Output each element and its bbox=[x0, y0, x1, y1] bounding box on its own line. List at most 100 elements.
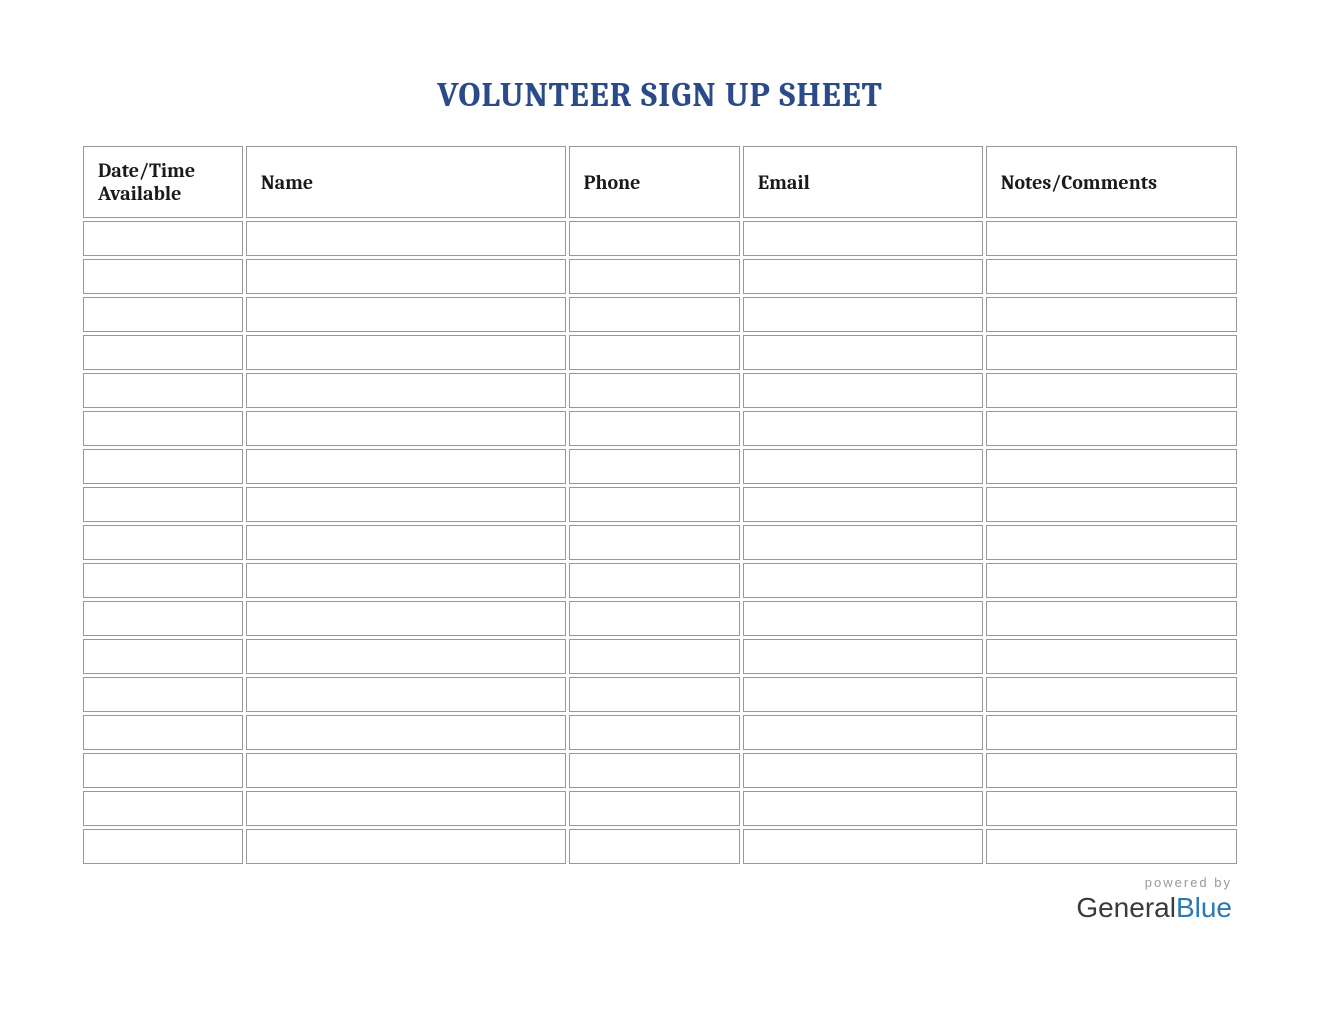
cell-datetime[interactable] bbox=[83, 639, 243, 674]
cell-datetime[interactable] bbox=[83, 259, 243, 294]
cell-name[interactable] bbox=[246, 715, 566, 750]
cell-phone[interactable] bbox=[569, 601, 740, 636]
cell-name[interactable] bbox=[246, 373, 566, 408]
table-row bbox=[83, 829, 1237, 864]
cell-email[interactable] bbox=[743, 411, 983, 446]
cell-email[interactable] bbox=[743, 221, 983, 256]
cell-phone[interactable] bbox=[569, 639, 740, 674]
cell-email[interactable] bbox=[743, 715, 983, 750]
header-name: Name bbox=[246, 146, 566, 218]
cell-notes[interactable] bbox=[986, 525, 1237, 560]
cell-name[interactable] bbox=[246, 639, 566, 674]
cell-email[interactable] bbox=[743, 563, 983, 598]
cell-notes[interactable] bbox=[986, 791, 1237, 826]
cell-email[interactable] bbox=[743, 677, 983, 712]
cell-datetime[interactable] bbox=[83, 829, 243, 864]
cell-name[interactable] bbox=[246, 259, 566, 294]
cell-email[interactable] bbox=[743, 639, 983, 674]
cell-notes[interactable] bbox=[986, 563, 1237, 598]
cell-notes[interactable] bbox=[986, 449, 1237, 484]
table-row bbox=[83, 601, 1237, 636]
cell-notes[interactable] bbox=[986, 221, 1237, 256]
cell-datetime[interactable] bbox=[83, 601, 243, 636]
cell-datetime[interactable] bbox=[83, 791, 243, 826]
cell-datetime[interactable] bbox=[83, 411, 243, 446]
cell-datetime[interactable] bbox=[83, 449, 243, 484]
table-row bbox=[83, 791, 1237, 826]
table-row bbox=[83, 525, 1237, 560]
cell-datetime[interactable] bbox=[83, 297, 243, 332]
cell-notes[interactable] bbox=[986, 411, 1237, 446]
cell-name[interactable] bbox=[246, 791, 566, 826]
cell-datetime[interactable] bbox=[83, 221, 243, 256]
table-row bbox=[83, 411, 1237, 446]
cell-datetime[interactable] bbox=[83, 753, 243, 788]
table-row bbox=[83, 487, 1237, 522]
cell-phone[interactable] bbox=[569, 335, 740, 370]
cell-notes[interactable] bbox=[986, 753, 1237, 788]
cell-notes[interactable] bbox=[986, 677, 1237, 712]
page-title: VOLUNTEER SIGN UP SHEET bbox=[80, 75, 1240, 115]
cell-notes[interactable] bbox=[986, 639, 1237, 674]
cell-email[interactable] bbox=[743, 829, 983, 864]
table-row bbox=[83, 373, 1237, 408]
cell-phone[interactable] bbox=[569, 715, 740, 750]
cell-datetime[interactable] bbox=[83, 715, 243, 750]
cell-phone[interactable] bbox=[569, 221, 740, 256]
cell-name[interactable] bbox=[246, 411, 566, 446]
cell-email[interactable] bbox=[743, 373, 983, 408]
header-email: Email bbox=[743, 146, 983, 218]
table-row bbox=[83, 221, 1237, 256]
cell-notes[interactable] bbox=[986, 601, 1237, 636]
cell-phone[interactable] bbox=[569, 563, 740, 598]
cell-name[interactable] bbox=[246, 829, 566, 864]
cell-name[interactable] bbox=[246, 563, 566, 598]
cell-email[interactable] bbox=[743, 297, 983, 332]
brand-blue-text: Blue bbox=[1176, 892, 1232, 923]
cell-notes[interactable] bbox=[986, 259, 1237, 294]
cell-name[interactable] bbox=[246, 525, 566, 560]
cell-name[interactable] bbox=[246, 449, 566, 484]
cell-email[interactable] bbox=[743, 259, 983, 294]
cell-phone[interactable] bbox=[569, 677, 740, 712]
cell-phone[interactable] bbox=[569, 525, 740, 560]
table-header-row: Date/Time Available Name Phone Email Not… bbox=[83, 146, 1237, 218]
cell-phone[interactable] bbox=[569, 449, 740, 484]
cell-email[interactable] bbox=[743, 487, 983, 522]
brand-logo: GeneralBlue bbox=[1076, 892, 1232, 923]
table-row bbox=[83, 335, 1237, 370]
cell-datetime[interactable] bbox=[83, 563, 243, 598]
cell-name[interactable] bbox=[246, 601, 566, 636]
cell-notes[interactable] bbox=[986, 297, 1237, 332]
cell-email[interactable] bbox=[743, 449, 983, 484]
cell-name[interactable] bbox=[246, 335, 566, 370]
cell-notes[interactable] bbox=[986, 373, 1237, 408]
cell-phone[interactable] bbox=[569, 297, 740, 332]
cell-email[interactable] bbox=[743, 753, 983, 788]
cell-phone[interactable] bbox=[569, 829, 740, 864]
cell-name[interactable] bbox=[246, 221, 566, 256]
cell-datetime[interactable] bbox=[83, 373, 243, 408]
cell-phone[interactable] bbox=[569, 753, 740, 788]
cell-name[interactable] bbox=[246, 677, 566, 712]
cell-phone[interactable] bbox=[569, 487, 740, 522]
cell-email[interactable] bbox=[743, 601, 983, 636]
cell-phone[interactable] bbox=[569, 259, 740, 294]
cell-email[interactable] bbox=[743, 335, 983, 370]
cell-notes[interactable] bbox=[986, 487, 1237, 522]
cell-notes[interactable] bbox=[986, 335, 1237, 370]
cell-name[interactable] bbox=[246, 297, 566, 332]
cell-name[interactable] bbox=[246, 487, 566, 522]
cell-notes[interactable] bbox=[986, 715, 1237, 750]
cell-phone[interactable] bbox=[569, 411, 740, 446]
cell-notes[interactable] bbox=[986, 829, 1237, 864]
cell-phone[interactable] bbox=[569, 373, 740, 408]
cell-datetime[interactable] bbox=[83, 677, 243, 712]
cell-datetime[interactable] bbox=[83, 487, 243, 522]
cell-datetime[interactable] bbox=[83, 335, 243, 370]
cell-email[interactable] bbox=[743, 525, 983, 560]
cell-phone[interactable] bbox=[569, 791, 740, 826]
cell-datetime[interactable] bbox=[83, 525, 243, 560]
cell-name[interactable] bbox=[246, 753, 566, 788]
cell-email[interactable] bbox=[743, 791, 983, 826]
